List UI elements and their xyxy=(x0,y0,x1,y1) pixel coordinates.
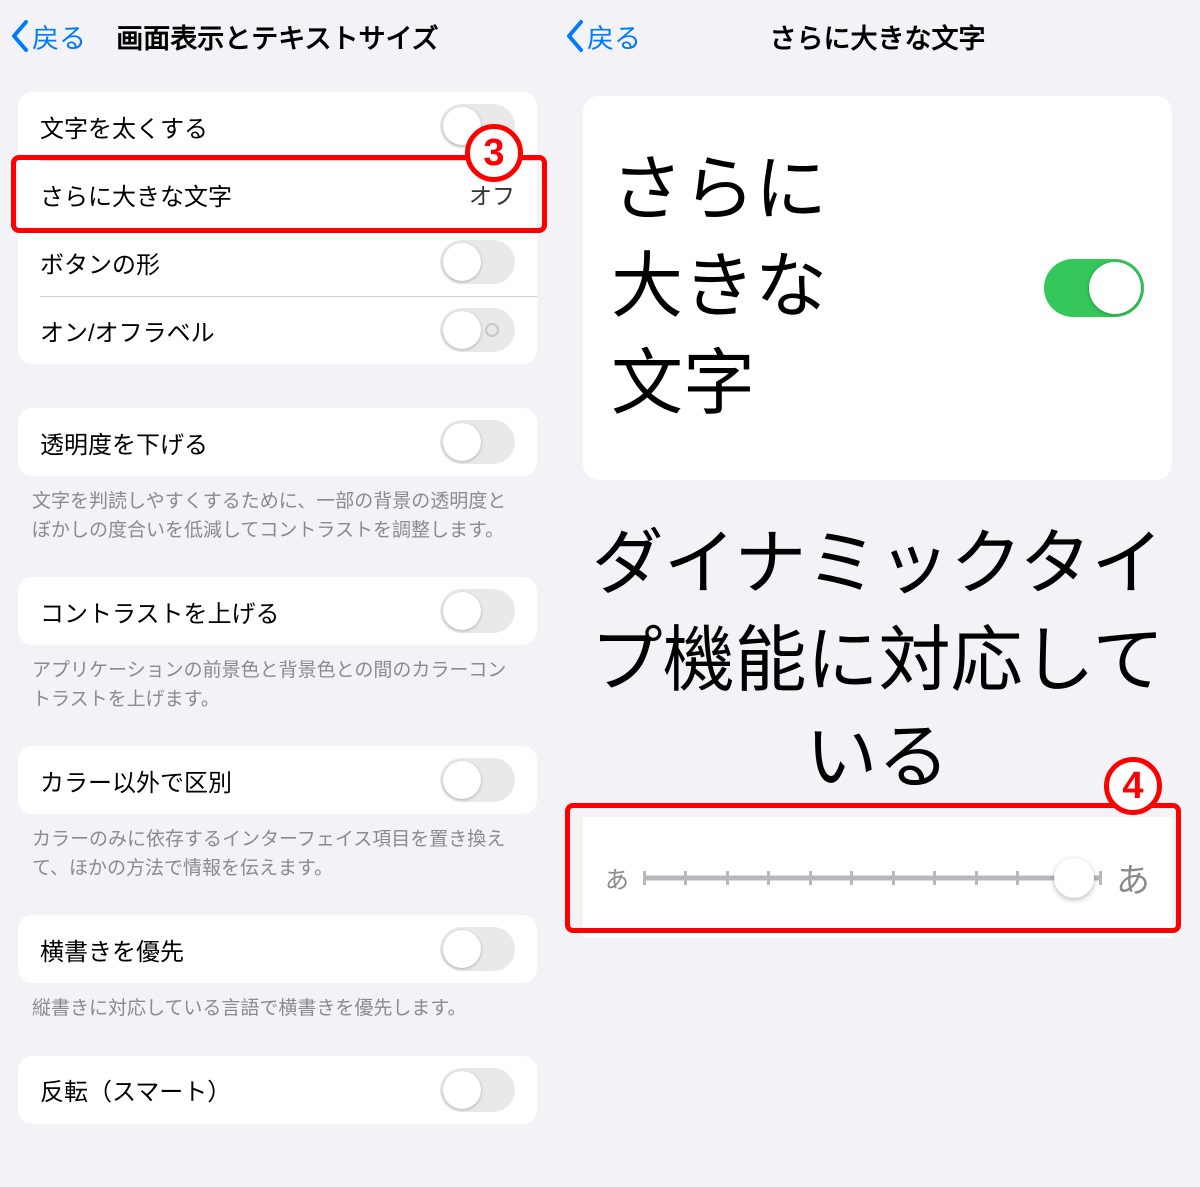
back-label: 戻る xyxy=(587,17,641,56)
toggle-bold-text[interactable] xyxy=(440,104,515,148)
settings-group: 反転（スマート） xyxy=(18,1056,537,1124)
settings-group: コントラストを上げる xyxy=(18,577,537,645)
toggle-knob xyxy=(443,107,481,145)
row-label: 文字を太くする xyxy=(40,109,208,144)
toggle-larger-text[interactable] xyxy=(1044,259,1144,317)
back-button[interactable]: 戻る xyxy=(565,17,641,56)
section-footer: 縦書きに対応している言語で横書きを優先します。 xyxy=(32,995,523,1024)
toggle-diff-no-color[interactable] xyxy=(440,758,515,802)
toggle-knob xyxy=(443,761,481,799)
larger-text-toggle-group: さらに 大きな 文字 xyxy=(583,96,1172,480)
row-reduce-transparency[interactable]: 透明度を下げる xyxy=(18,408,537,476)
settings-group: 横書きを優先 xyxy=(18,915,537,983)
toggle-off-indicator xyxy=(485,323,499,337)
slider-knob[interactable] xyxy=(1054,858,1094,898)
slider-max-label: あ xyxy=(1116,853,1150,902)
row-label: コントラストを上げる xyxy=(40,594,280,629)
chevron-left-icon xyxy=(565,20,585,52)
toggle-knob xyxy=(443,423,481,461)
row-label: 反転（スマート） xyxy=(40,1072,231,1107)
row-increase-contrast[interactable]: コントラストを上げる xyxy=(18,577,537,645)
chevron-left-icon xyxy=(10,20,30,52)
toggle-knob xyxy=(443,930,481,968)
toggle-knob xyxy=(443,1071,481,1109)
section-footer: 文字を判読しやすくするために、一部の背景の透明度とぼかしの度合いを低減してコント… xyxy=(32,488,523,545)
toggle-smart-invert[interactable] xyxy=(440,1068,515,1112)
nav-header: 戻る さらに大きな文字 xyxy=(555,0,1200,72)
section-footer: カラーのみに依存するインターフェイス項目を置き換えて、ほかの方法で情報を伝えます… xyxy=(32,826,523,883)
back-button[interactable]: 戻る xyxy=(10,17,86,56)
toggle-knob xyxy=(443,311,481,349)
back-label: 戻る xyxy=(32,17,86,56)
larger-text-label: さらに 大きな 文字 xyxy=(611,142,827,434)
row-bold-text[interactable]: 文字を太くする xyxy=(18,92,537,160)
page-title: さらに大きな文字 xyxy=(555,17,1200,56)
row-label: カラー以外で区別 xyxy=(40,763,232,798)
settings-group: 透明度を下げる xyxy=(18,408,537,476)
row-button-shapes[interactable]: ボタンの形 xyxy=(18,228,537,296)
settings-group: 文字を太くする さらに大きな文字 オフ ボタンの形 オン/オフラベル 3 xyxy=(18,92,537,364)
dynamic-type-description: ダイナミックタイプ機能に対応している xyxy=(583,516,1172,808)
settings-group: カラー以外で区別 xyxy=(18,746,537,814)
slider-min-label: あ xyxy=(605,860,629,895)
toggle-on-off-labels[interactable] xyxy=(440,308,515,352)
row-label: オン/オフラベル xyxy=(40,313,215,348)
row-label: 横書きを優先 xyxy=(40,932,184,967)
left-screen: 戻る 画面表示とテキストサイズ 文字を太くする さらに大きな文字 オフ ボタンの… xyxy=(0,0,555,1187)
slider-ticks xyxy=(643,863,1102,893)
toggle-increase-contrast[interactable] xyxy=(440,589,515,633)
row-value: オフ xyxy=(469,177,515,211)
row-prefer-horizontal[interactable]: 横書きを優先 xyxy=(18,915,537,983)
row-smart-invert[interactable]: 反転（スマート） xyxy=(18,1056,537,1124)
row-on-off-labels[interactable]: オン/オフラベル xyxy=(18,296,537,364)
toggle-knob xyxy=(1089,262,1141,314)
text-size-slider-panel: あ あ xyxy=(583,817,1172,938)
toggle-prefer-horizontal[interactable] xyxy=(440,927,515,971)
row-label: 透明度を下げる xyxy=(40,425,208,460)
row-label: ボタンの形 xyxy=(40,245,160,280)
row-larger-text[interactable]: さらに大きな文字 オフ xyxy=(18,160,537,228)
toggle-knob xyxy=(443,243,481,281)
text-size-slider[interactable] xyxy=(643,863,1102,893)
section-footer: アプリケーションの前景色と背景色との間のカラーコントラストを上げます。 xyxy=(32,657,523,714)
toggle-reduce-transparency[interactable] xyxy=(440,420,515,464)
toggle-knob xyxy=(443,592,481,630)
toggle-button-shapes[interactable] xyxy=(440,240,515,284)
right-screen: 戻る さらに大きな文字 さらに 大きな 文字 ダイナミックタイプ機能に対応してい… xyxy=(555,0,1200,1187)
row-diff-no-color[interactable]: カラー以外で区別 xyxy=(18,746,537,814)
row-label: さらに大きな文字 xyxy=(40,177,232,212)
nav-header: 戻る 画面表示とテキストサイズ xyxy=(0,0,555,72)
